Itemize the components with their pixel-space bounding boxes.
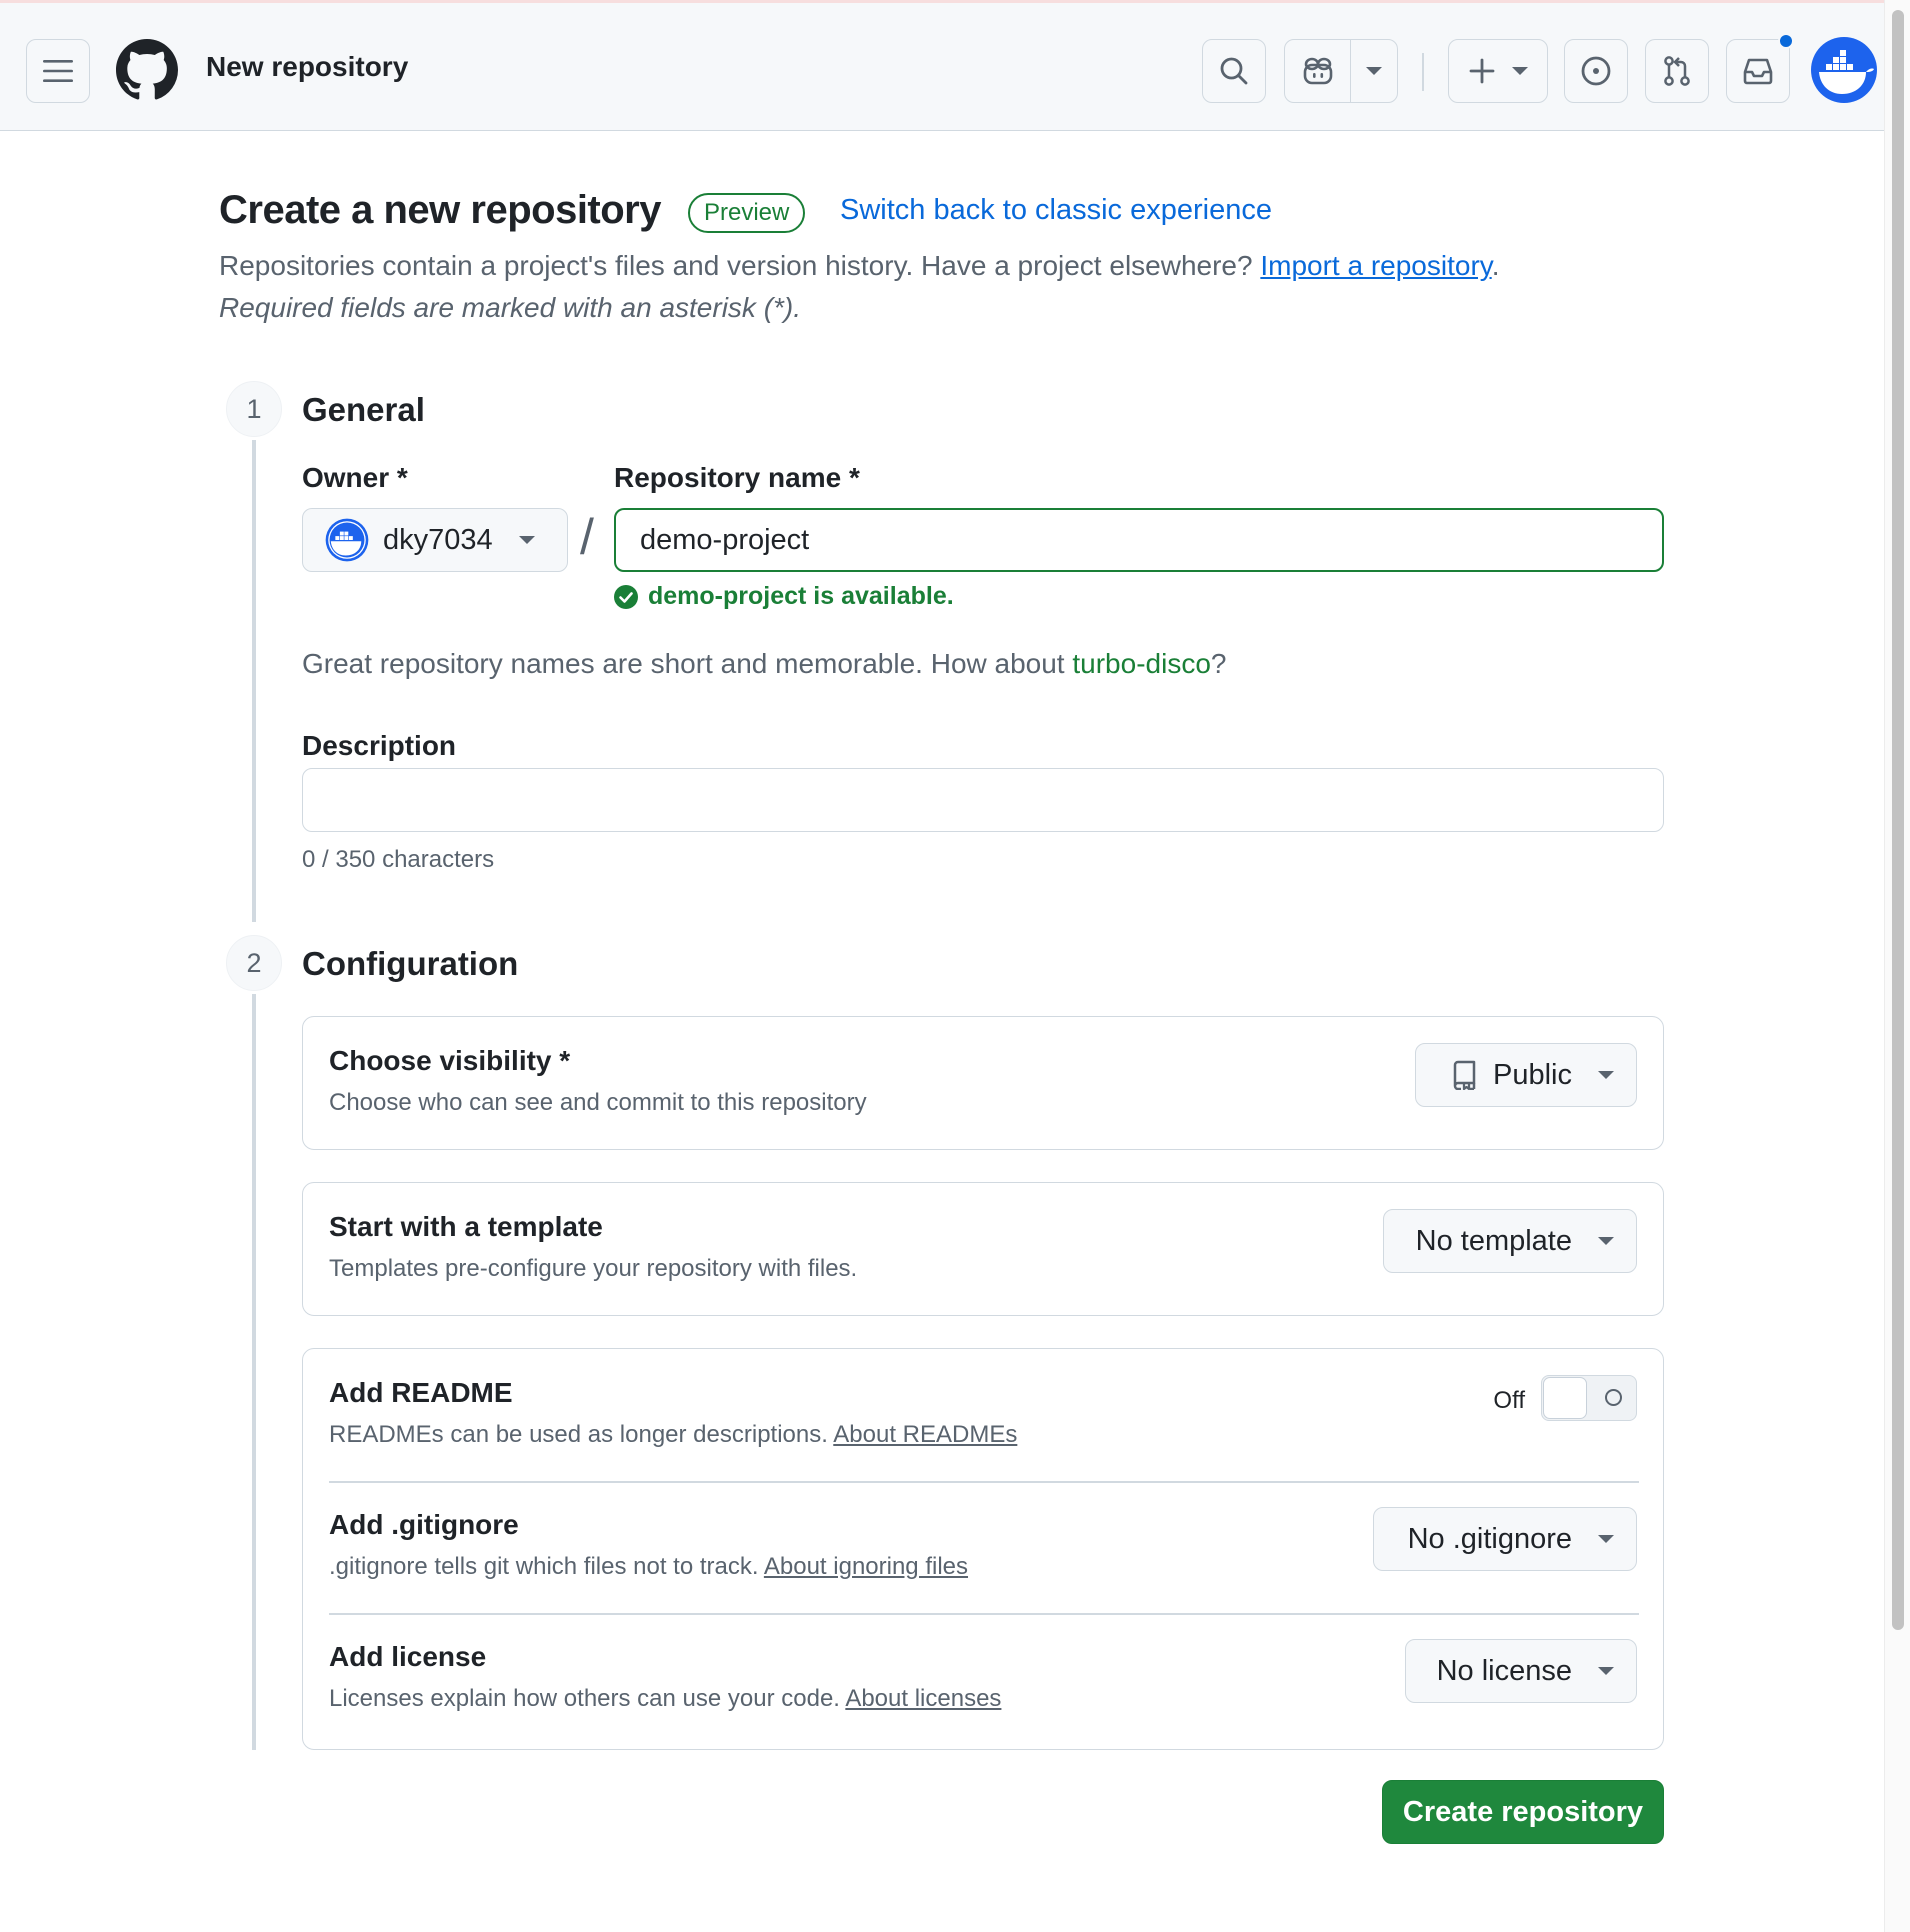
gitignore-select[interactable]: No .gitignore (1373, 1507, 1637, 1571)
import-repository-link[interactable]: Import a repository (1260, 250, 1491, 281)
chevron-down-icon (1598, 1071, 1614, 1079)
readme-title: Add README (329, 1377, 513, 1408)
subtitle-text: Repositories contain a project's files a… (219, 250, 1261, 281)
license-description: Licenses explain how others can use your… (329, 1685, 1001, 1713)
repository-files-card: Add README READMEs can be used as longer… (302, 1348, 1664, 1750)
license-title: Add license (329, 1641, 487, 1672)
copilot-icon (1303, 57, 1332, 85)
step-number: 2 (226, 935, 282, 991)
license-desc-text: Licenses explain how others can use your… (329, 1685, 846, 1712)
suggestion-suffix: ? (1210, 648, 1227, 679)
chevron-down-icon (518, 536, 535, 544)
readme-toggle[interactable] (1541, 1375, 1637, 1421)
visibility-select[interactable]: Public (1415, 1043, 1637, 1107)
step-number: 1 (226, 381, 282, 437)
gitignore-value: No .gitignore (1407, 1522, 1572, 1555)
toggle-off-icon (1605, 1389, 1622, 1406)
pull-request-icon (1664, 56, 1690, 86)
divider (329, 1481, 1639, 1483)
chevron-down-icon (1598, 1535, 1614, 1543)
page-subtitle: Repositories contain a project's files a… (219, 250, 1499, 282)
step-connector (252, 440, 256, 922)
template-title: Start with a template (329, 1211, 603, 1242)
owner-label: Owner * (302, 462, 408, 493)
repository-name-input[interactable] (614, 508, 1664, 572)
github-logo-icon[interactable] (116, 39, 178, 101)
step-connector (252, 994, 256, 1750)
divider (329, 1613, 1639, 1615)
search-button[interactable] (1202, 39, 1266, 103)
create-repository-button[interactable]: Create repository (1382, 1780, 1664, 1844)
about-licenses-link[interactable]: About licenses (845, 1685, 1001, 1712)
avatar[interactable] (1810, 36, 1878, 104)
pull-requests-button[interactable] (1645, 39, 1709, 103)
subtitle-end: . (1491, 250, 1500, 281)
owner-name: dky7034 (383, 523, 493, 556)
search-icon (1220, 57, 1248, 85)
scrollbar-thumb[interactable] (1892, 10, 1904, 1630)
switch-classic-link[interactable]: Switch back to classic experience (840, 194, 1272, 227)
repository-name-label: Repository name * (614, 462, 860, 493)
issues-button[interactable] (1564, 39, 1628, 103)
suggestion-prefix: Great repository names are short and mem… (302, 648, 1073, 679)
about-ignoring-files-link[interactable]: About ignoring files (764, 1553, 968, 1580)
header-divider (1422, 53, 1424, 91)
page-title: Create a new repository (219, 188, 662, 232)
copilot-button-group (1284, 39, 1398, 103)
inbox-icon (1743, 58, 1773, 85)
owner-repo-separator: / (580, 509, 594, 565)
repo-icon (1451, 1060, 1477, 1090)
gitignore-desc-text: .gitignore tells git which files not to … (329, 1553, 764, 1580)
about-readmes-link[interactable]: About READMEs (833, 1421, 1017, 1448)
readme-toggle-label: Off (1493, 1387, 1525, 1414)
section-title-configuration: Configuration (302, 945, 519, 982)
copilot-button[interactable] (1285, 40, 1351, 102)
owner-select[interactable]: dky7034 (302, 508, 568, 572)
issues-icon (1581, 56, 1611, 86)
create-new-button[interactable] (1448, 39, 1548, 103)
gitignore-description: .gitignore tells git which files not to … (329, 1553, 968, 1581)
menu-icon (43, 60, 73, 82)
visibility-card: Choose visibility * Choose who can see a… (302, 1016, 1664, 1150)
header-title: New repository (206, 51, 409, 82)
readme-description: READMEs can be used as longer descriptio… (329, 1421, 1017, 1449)
required-fields-note: Required fields are marked with an aster… (219, 292, 802, 323)
visibility-description: Choose who can see and commit to this re… (329, 1089, 867, 1116)
plus-icon (1469, 58, 1495, 84)
scrollbar[interactable] (1884, 0, 1910, 1932)
license-select[interactable]: No license (1405, 1639, 1637, 1703)
description-input[interactable] (302, 768, 1664, 832)
copilot-dropdown-button[interactable] (1351, 40, 1397, 102)
check-circle-icon (614, 584, 638, 609)
chevron-down-icon (1598, 1667, 1614, 1675)
template-value: No template (1415, 1224, 1572, 1257)
gitignore-title: Add .gitignore (329, 1509, 519, 1540)
license-value: No license (1436, 1654, 1572, 1687)
name-suggestion: Great repository names are short and mem… (302, 648, 1226, 680)
inbox-button[interactable] (1726, 39, 1790, 103)
character-count: 0 / 350 characters (302, 846, 495, 873)
visibility-title: Choose visibility * (329, 1045, 571, 1076)
app-header: New repository (0, 3, 1884, 131)
template-description: Templates pre-configure your repository … (329, 1255, 858, 1282)
section-title-general: General (302, 391, 425, 428)
owner-avatar (325, 518, 369, 562)
readme-desc-text: READMEs can be used as longer descriptio… (329, 1421, 834, 1448)
notification-dot (1778, 33, 1794, 49)
availability-text: demo-project is available. (648, 582, 954, 610)
toggle-knob (1543, 1377, 1587, 1419)
template-select[interactable]: No template (1383, 1209, 1637, 1273)
availability-message: demo-project is available. (614, 582, 954, 611)
chevron-down-icon (1598, 1237, 1614, 1245)
chevron-down-icon (1366, 67, 1382, 75)
suggested-name[interactable]: turbo-disco (1072, 648, 1211, 679)
chevron-down-icon (1512, 67, 1528, 75)
template-card: Start with a template Templates pre-conf… (302, 1182, 1664, 1316)
visibility-value: Public (1493, 1058, 1572, 1091)
menu-button[interactable] (26, 39, 90, 103)
description-label: Description (302, 730, 457, 761)
preview-badge: Preview (688, 193, 806, 233)
